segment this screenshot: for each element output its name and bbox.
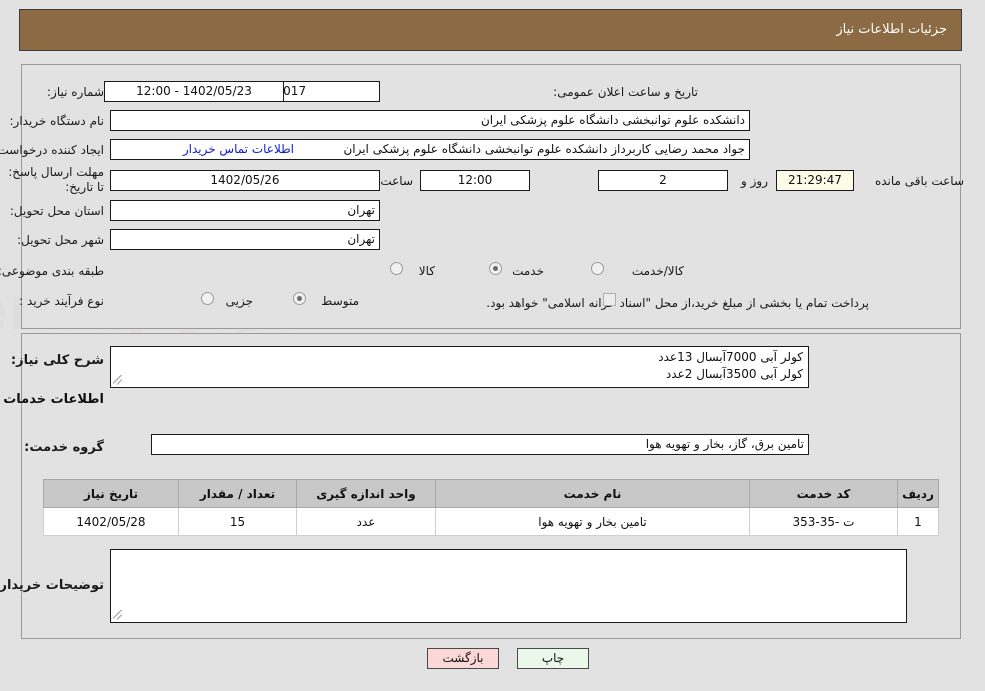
deadline-hour-label: ساعت xyxy=(381,174,414,188)
radio-process-motavaset[interactable] xyxy=(294,292,307,305)
radio-category-kala[interactable] xyxy=(391,262,404,275)
col-header-service-name: نام خدمت xyxy=(436,479,751,508)
table-header-row: ردیف کد خدمت نام خدمت واحد اندازه گیری ت… xyxy=(44,479,940,508)
remaining-days-label: روز و xyxy=(742,174,769,188)
announcement-datetime-label: تاریخ و ساعت اعلان عمومی: xyxy=(554,85,699,99)
general-description-textarea[interactable]: کولر آبی 7000آبسال 13عدد کولر آبی 3500آب… xyxy=(111,346,810,388)
remaining-hours-label: ساعت باقی مانده xyxy=(875,174,965,188)
services-table: ردیف کد خدمت نام خدمت واحد اندازه گیری ت… xyxy=(44,479,940,536)
cell-service-name: تامین بخار و تهویه هوا xyxy=(436,507,751,536)
services-section-heading: اطلاعات خدمات مورد نیاز xyxy=(0,392,105,407)
table-row: 1 ت -35-353 تامین بخار و تهویه هوا عدد 1… xyxy=(44,507,940,536)
cell-quantity: 15 xyxy=(179,507,298,536)
buyer-notes-label: توضیحات خریدار: xyxy=(0,578,105,593)
buyer-organization-value: دانشکده علوم توانبخشی دانشگاه علوم پزشکی… xyxy=(111,110,751,131)
col-header-quantity: تعداد / مقدار xyxy=(179,479,298,508)
back-button[interactable]: بازگشت xyxy=(428,648,500,669)
buyer-organization-label: نام دستگاه خریدار: xyxy=(10,114,106,128)
delivery-province-label: استان محل تحویل: xyxy=(10,204,105,218)
buyer-contact-link[interactable]: اطلاعات تماس خریدار xyxy=(184,142,295,156)
resize-grip-icon xyxy=(113,609,126,621)
radio-category-kala-khedmat-label: کالا/خدمت xyxy=(632,264,685,278)
cell-need-date: 1402/05/28 xyxy=(44,507,180,536)
radio-process-jozei[interactable] xyxy=(202,292,215,305)
remaining-days-value: 2 xyxy=(599,170,729,191)
treasury-bond-checkbox[interactable] xyxy=(604,293,617,306)
page-title: جزئیات اطلاعات نیاز xyxy=(837,22,948,37)
col-header-service-code: کد خدمت xyxy=(750,479,899,508)
cell-service-code: ت -35-353 xyxy=(750,507,899,536)
general-description-label: شرح کلی نیاز: xyxy=(11,353,105,368)
need-number-label: شماره نیاز: xyxy=(48,85,105,99)
page-header-bar: جزئیات اطلاعات نیاز xyxy=(20,9,963,51)
radio-process-jozei-label: جزیی xyxy=(226,294,254,308)
treasury-bond-text: پرداخت تمام یا بخشی از مبلغ خرید،از محل … xyxy=(487,296,870,310)
radio-category-khedmat[interactable] xyxy=(490,262,503,275)
delivery-city-label: شهر محل تحویل: xyxy=(18,233,105,247)
col-header-need-date: تاریخ نیاز xyxy=(44,479,180,508)
request-creator-label: ایجاد کننده درخواست: xyxy=(0,143,105,157)
deadline-time-value: 12:00 xyxy=(421,170,531,191)
cell-row-index: 1 xyxy=(898,507,940,536)
service-group-label: گروه خدمت: xyxy=(25,440,105,455)
deadline-date-value: 1402/05/26 xyxy=(111,170,381,191)
col-header-row: ردیف xyxy=(898,479,940,508)
delivery-city-value: تهران xyxy=(111,229,381,250)
cell-unit: عدد xyxy=(297,507,437,536)
radio-category-kala-khedmat[interactable] xyxy=(592,262,605,275)
resize-grip-icon xyxy=(113,374,126,386)
response-deadline-label: مهلت ارسال پاسخ: تا تاریخ: xyxy=(9,165,105,194)
service-group-value: تامین برق، گاز، بخار و تهویه هوا xyxy=(152,434,810,455)
print-button[interactable]: چاپ xyxy=(518,648,590,669)
radio-category-khedmat-label: خدمت xyxy=(513,264,545,278)
purchase-process-label: نوع فرآیند خرید : xyxy=(20,294,105,308)
delivery-province-value: تهران xyxy=(111,200,381,221)
col-header-unit: واحد اندازه گیری xyxy=(297,479,437,508)
need-info-panel xyxy=(22,64,962,329)
announcement-datetime-value: 1402/05/23 - 12:00 xyxy=(105,81,285,102)
radio-category-kala-label: کالا xyxy=(419,264,436,278)
buyer-notes-textarea[interactable] xyxy=(111,549,908,623)
radio-process-motavaset-label: متوسط xyxy=(322,294,360,308)
subject-category-label: طبقه بندی موضوعی: xyxy=(0,264,105,278)
countdown-timer-value: 21:29:47 xyxy=(777,170,855,191)
